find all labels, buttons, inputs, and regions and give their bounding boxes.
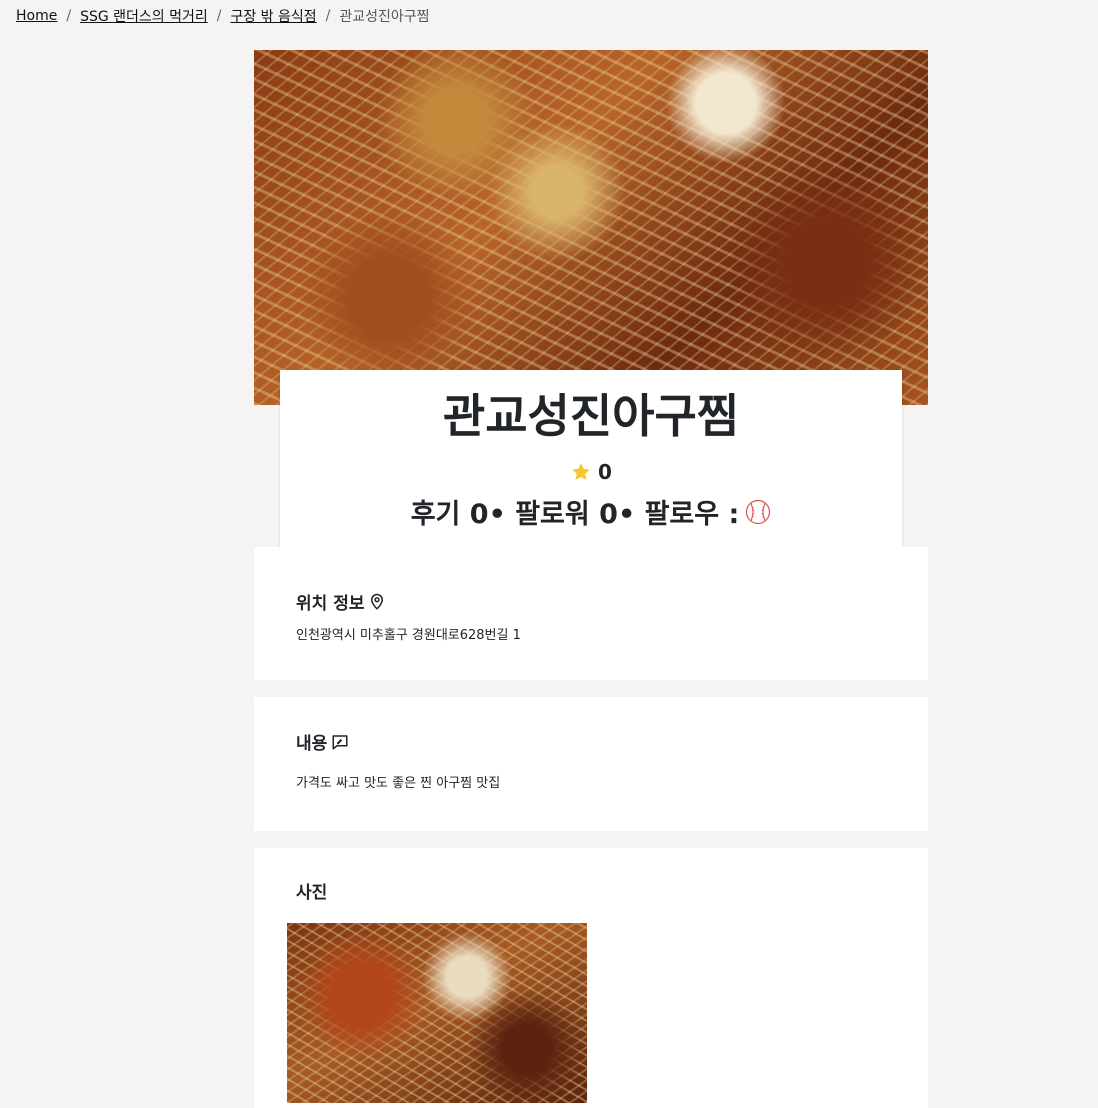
breadcrumb-separator: / <box>216 8 222 24</box>
location-heading-label: 위치 정보 <box>296 594 365 614</box>
content-heading-label: 내용 <box>296 734 328 754</box>
photos-section: 사진 <box>254 848 928 1108</box>
location-heading: 위치 정보 <box>296 589 886 614</box>
message-edit-icon <box>332 734 348 749</box>
breadcrumb-category-link[interactable]: 구장 밖 음식점 <box>230 6 316 26</box>
hero-image <box>254 50 928 405</box>
star-icon <box>572 463 590 480</box>
content-heading: 내용 <box>296 729 886 754</box>
breadcrumb-current: 관교성진아구찜 <box>339 9 430 25</box>
title-card: 관교성진아구찜 0 후기 0 • 팔로워 0 • 팔로우 : <box>280 370 902 547</box>
breadcrumb-home-link[interactable]: Home <box>16 8 57 24</box>
following-count[interactable]: • 팔로우 : <box>618 492 739 531</box>
breadcrumb-separator: / <box>325 8 331 24</box>
rating-value: 0 <box>598 460 612 484</box>
location-section: 위치 정보 인천광역시 미추홀구 경원대로628번길 1 <box>254 547 928 680</box>
restaurant-detail: 관교성진아구찜 0 후기 0 • 팔로워 0 • 팔로우 : 위치 정보 인천광… <box>254 50 928 1108</box>
stats: 후기 0 • 팔로워 0 • 팔로우 : <box>280 492 902 531</box>
breadcrumb: Home / SSG 랜더스의 먹거리 / 구장 밖 음식점 / 관교성진아구찜 <box>16 6 430 26</box>
address: 인천광역시 미추홀구 경원대로628번길 1 <box>296 628 521 643</box>
review-count[interactable]: 후기 0 <box>411 492 489 531</box>
content-section: 내용 가격도 싸고 맛도 좋은 찐 아구찜 맛집 <box>254 697 928 831</box>
content-text: 가격도 싸고 맛도 좋은 찐 아구찜 맛집 <box>296 776 501 791</box>
photo-thumbnail[interactable] <box>287 923 587 1103</box>
rating: 0 <box>280 460 902 484</box>
baseball-icon <box>746 499 771 524</box>
breadcrumb-team-link[interactable]: SSG 랜더스의 먹거리 <box>80 6 208 26</box>
restaurant-name: 관교성진아구찜 <box>442 389 740 443</box>
breadcrumb-separator: / <box>66 8 72 24</box>
photos-heading: 사진 <box>296 878 886 903</box>
follower-count[interactable]: • 팔로워 0 <box>489 492 618 531</box>
photos-heading-label: 사진 <box>296 883 328 903</box>
map-pin-icon <box>371 593 384 610</box>
